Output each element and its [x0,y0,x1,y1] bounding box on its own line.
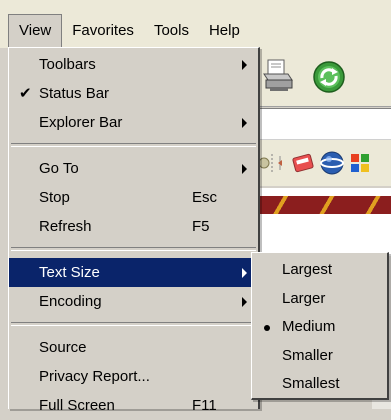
submenu-arrow-icon [242,268,247,278]
menu-item-label: Text Size [39,264,100,281]
menu-item-label: Source [39,339,87,356]
menu-item-stop[interactable]: Stop Esc [9,183,258,212]
menu-separator [11,247,256,251]
windows-icon[interactable] [347,150,373,176]
page-banner [255,196,391,214]
menu-view[interactable]: View [8,14,63,48]
shortcut-label: Esc [192,189,218,206]
menu-item-status-bar[interactable]: ✔ Status Bar [9,79,258,108]
submenu-arrow-icon [242,60,247,70]
text-size-largest[interactable]: Largest [252,256,387,285]
menu-item-label: Largest [282,261,333,278]
msn-icon[interactable] [290,150,316,176]
text-size-larger[interactable]: Larger [252,285,387,314]
text-size-smallest[interactable]: Smallest [252,370,387,399]
submenu-arrow-icon [242,164,247,174]
menu-item-label: Smallest [282,375,340,392]
text-size-submenu: Largest Larger Medium Smaller Smallest [251,252,389,400]
menu-item-label: Toolbars [39,56,96,73]
menu-item-label: Smaller [282,346,333,364]
menu-favorites[interactable]: Favorites [62,14,144,48]
menu-item-label: Stop [39,189,70,206]
submenu-arrow-icon [242,297,247,307]
printer-icon[interactable] [262,58,294,92]
menu-item-toolbars[interactable]: Toolbars [9,50,258,79]
menu-item-label: Full Screen [39,397,115,414]
refresh-icon[interactable] [312,60,346,94]
menu-item-label: Medium [282,318,336,335]
menu-item-explorer-bar[interactable]: Explorer Bar [9,108,258,137]
globe-icon[interactable] [319,150,345,176]
menu-tools[interactable]: Tools [144,14,199,48]
menu-item-full-screen[interactable]: Full Screen F11 [9,391,258,420]
menu-item-label: Status Bar [39,85,110,102]
menu-item-label: Larger [282,289,326,307]
menu-item-label: Explorer Bar [39,114,123,131]
menu-item-privacy-report[interactable]: Privacy Report... [9,362,258,391]
text-size-smaller[interactable]: Smaller [252,342,387,371]
menu-item-text-size[interactable]: Text Size [9,258,258,287]
checkmark-icon: ✔ [19,85,32,102]
menu-bar: View Favorites Tools Help [0,0,391,48]
submenu-arrow-icon [242,118,247,128]
view-menu: Toolbars ✔ Status Bar Explorer Bar Go To… [8,47,260,414]
menu-item-label: Privacy Report... [39,368,150,385]
text-size-medium[interactable]: Medium [252,313,387,342]
menu-item-refresh[interactable]: Refresh F5 [9,212,258,241]
menu-help[interactable]: Help [199,14,250,48]
menu-item-label: Refresh [39,218,92,235]
menu-item-label: Go To [39,160,79,177]
menu-item-go-to[interactable]: Go To [9,154,258,183]
radio-bullet-icon [264,325,270,331]
shortcut-label: F11 [192,397,217,414]
menu-item-label: Encoding [39,293,102,310]
menu-separator [11,322,256,326]
shortcut-label: F5 [192,218,210,235]
menu-item-encoding[interactable]: Encoding [9,287,258,316]
menu-separator [11,143,256,147]
menu-item-source[interactable]: Source [9,333,258,362]
address-bar[interactable] [255,108,391,140]
